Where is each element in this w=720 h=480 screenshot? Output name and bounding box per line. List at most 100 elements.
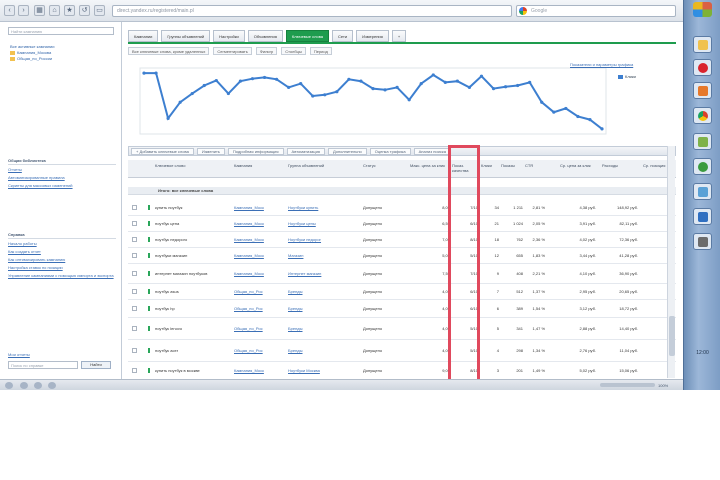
bid-cell[interactable]: 7,00: [410, 237, 450, 242]
keyword-cell[interactable]: купить ноутбук: [155, 205, 182, 210]
scroll-thumb[interactable]: [669, 316, 675, 356]
bid-cell[interactable]: 4,00: [410, 348, 450, 353]
period-button[interactable]: Период: [309, 47, 332, 55]
traffic-estimate-button[interactable]: Оценка трафика: [369, 148, 411, 155]
data-point[interactable]: [540, 100, 544, 104]
row-checkbox[interactable]: [132, 205, 137, 210]
ad-group-cell[interactable]: Бренды: [288, 306, 303, 311]
help-search-input[interactable]: Поиск по справке: [8, 361, 78, 369]
add-keywords-button[interactable]: + Добавить ключевые слова: [131, 148, 194, 155]
ad-group-cell[interactable]: Бренды: [288, 348, 303, 353]
bookmark-icon[interactable]: ★: [64, 5, 75, 16]
status-icon-3[interactable]: [34, 382, 42, 389]
data-point[interactable]: [274, 77, 279, 81]
bid-cell[interactable]: 7,50: [410, 271, 450, 276]
opera-app-icon[interactable]: [693, 59, 712, 76]
folder-app-icon[interactable]: [693, 36, 712, 53]
address-bar[interactable]: direct.yandex.ru/registered/main.pl: [112, 5, 512, 17]
browser-search-input[interactable]: Google: [516, 5, 676, 17]
home-icon[interactable]: ⌂: [49, 5, 60, 16]
col-quality[interactable]: Показ. качества: [452, 163, 478, 173]
data-point[interactable]: [588, 118, 592, 122]
campaign-cell[interactable]: Кампания_Моск: [234, 205, 264, 210]
details-button[interactable]: Подробная информация: [227, 148, 284, 155]
campaign-cell[interactable]: Кампания_Моск: [234, 368, 264, 373]
col-keyword[interactable]: Ключевое слово: [155, 163, 225, 168]
tabs-icon[interactable]: ▦: [34, 5, 45, 16]
columns-button[interactable]: Столбцы: [281, 47, 306, 55]
tab-campaigns[interactable]: Кампании: [128, 30, 159, 42]
row-checkbox[interactable]: [132, 289, 137, 294]
row-checkbox[interactable]: [132, 368, 137, 373]
status-icon-1[interactable]: [5, 382, 13, 389]
campaign-cell[interactable]: Кампания_Моск: [234, 237, 264, 242]
help-link-5[interactable]: Управление кампаниями с помощью импорта …: [8, 273, 116, 278]
filter-button[interactable]: Фильтр: [255, 47, 278, 55]
help-link-1[interactable]: Начало работы: [8, 241, 116, 246]
data-point[interactable]: [395, 85, 399, 89]
data-point[interactable]: [311, 94, 315, 98]
keyword-cell[interactable]: ноутбук недорого: [155, 237, 187, 242]
col-ad-group[interactable]: Группа объявлений: [288, 163, 358, 168]
office-app-icon[interactable]: [693, 82, 712, 99]
data-point[interactable]: [335, 90, 339, 94]
data-point[interactable]: [383, 88, 387, 92]
col-clicks[interactable]: Клики: [481, 163, 499, 168]
bid-cell[interactable]: 4,00: [410, 326, 450, 331]
data-point[interactable]: [516, 83, 520, 88]
ad-group-cell[interactable]: Ноутбуки купить: [288, 205, 318, 210]
ad-group-cell[interactable]: Бренды: [288, 289, 303, 294]
col-ctr[interactable]: CTR: [525, 163, 545, 168]
row-checkbox[interactable]: [132, 253, 137, 258]
chart-options-link[interactable]: Показатели и параметры графика: [570, 62, 633, 67]
keyword-cell[interactable]: ноутбук hp: [155, 306, 175, 311]
keyword-cell[interactable]: купить ноутбук в москве: [155, 368, 200, 373]
data-point[interactable]: [552, 110, 556, 114]
keyword-cell[interactable]: ноутбук цена: [155, 221, 179, 226]
data-point[interactable]: [323, 93, 327, 97]
data-point[interactable]: [178, 100, 182, 104]
row-checkbox[interactable]: [132, 237, 137, 242]
keyword-filter-select[interactable]: Все ключевые слова, кроме удаленных: [128, 47, 210, 55]
ad-group-cell[interactable]: Бренды: [288, 326, 303, 331]
data-point[interactable]: [142, 71, 146, 75]
campaign-cell[interactable]: Общая_по_Рос: [234, 306, 263, 311]
data-point[interactable]: [491, 87, 496, 91]
data-point[interactable]: [202, 83, 206, 88]
keyword-cell[interactable]: ноутбук asus: [155, 289, 179, 294]
chrome-app-icon[interactable]: [693, 107, 712, 124]
data-point[interactable]: [214, 78, 218, 83]
ad-group-cell[interactable]: Ноутбуки Москва: [288, 368, 320, 373]
ad-group-cell[interactable]: Ноутбуки цены: [288, 221, 316, 226]
help-link-3[interactable]: Как оптимизировать кампанию: [8, 257, 116, 262]
data-point[interactable]: [359, 79, 363, 83]
vertical-scrollbar[interactable]: [667, 146, 675, 378]
data-point[interactable]: [431, 73, 435, 77]
calc-app-icon[interactable]: [693, 183, 712, 200]
data-point[interactable]: [455, 79, 459, 83]
row-checkbox[interactable]: [132, 306, 137, 311]
keyword-cell[interactable]: ноутбуки магазин: [155, 253, 187, 258]
data-point[interactable]: [287, 85, 291, 89]
back-icon[interactable]: ‹: [4, 5, 15, 16]
bid-cell[interactable]: 4,00: [410, 289, 450, 294]
col-cost[interactable]: Расходы: [602, 163, 638, 168]
data-point[interactable]: [166, 116, 170, 120]
data-point[interactable]: [576, 114, 580, 119]
help-link-2[interactable]: Как создать отчет: [8, 249, 116, 254]
data-point[interactable]: [190, 91, 194, 96]
data-point[interactable]: [467, 85, 472, 89]
bid-cell[interactable]: 8,00: [410, 205, 450, 210]
status-icon-4[interactable]: [48, 382, 56, 389]
bid-cell[interactable]: 6,50: [410, 221, 450, 226]
bid-cell[interactable]: 9,00: [410, 368, 450, 373]
more-button[interactable]: Дополнительно: [327, 148, 367, 155]
tree-item-campaign-2[interactable]: Общая_по_России: [10, 56, 118, 62]
campaign-cell[interactable]: Общая_по_Рос: [234, 289, 263, 294]
edit-button[interactable]: Изменить: [196, 148, 225, 155]
globe-app-icon[interactable]: [693, 158, 712, 175]
zoom-slider[interactable]: [600, 383, 655, 387]
col-max-cpc[interactable]: Макс. цена за клик: [410, 163, 450, 168]
ad-group-cell[interactable]: Ноутбуки недорог: [288, 237, 321, 242]
keyword-cell[interactable]: ноутбук acer: [155, 348, 178, 353]
